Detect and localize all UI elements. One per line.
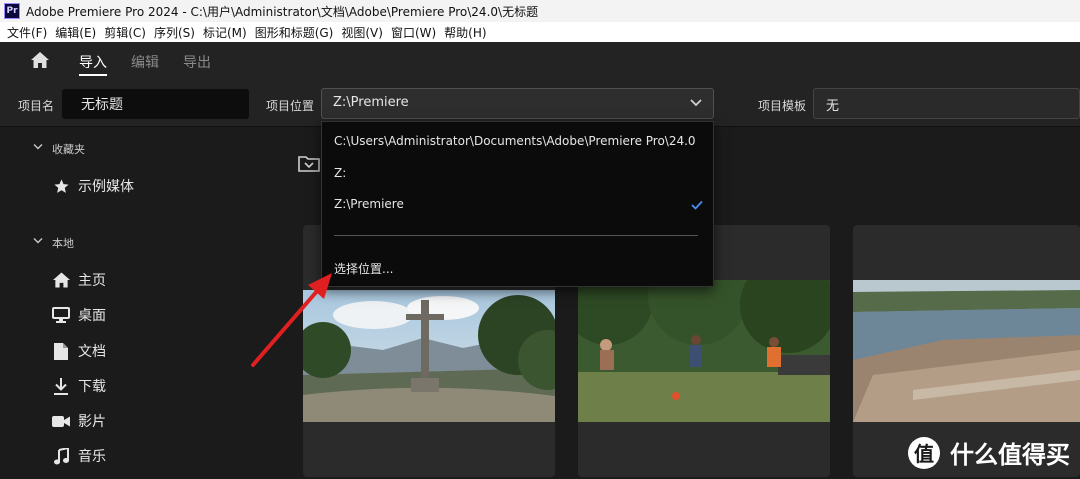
- project-location-label: 项目位置: [266, 99, 315, 113]
- media-thumbnail: [303, 290, 555, 422]
- premiere-app-icon: Pr: [4, 3, 20, 19]
- sidebar-item-sample-media[interactable]: 示例媒体: [52, 176, 134, 196]
- checkmark-icon: [691, 200, 703, 210]
- sidebar-item-label: 文档: [78, 344, 106, 360]
- menu-view[interactable]: 视图(V): [337, 24, 387, 41]
- star-icon: [52, 177, 70, 195]
- location-option[interactable]: Z:: [334, 166, 346, 180]
- sidebar-item-label: 影片: [78, 414, 106, 430]
- title-bar: Pr Adobe Premiere Pro 2024 - C:\用户\Admin…: [0, 0, 1080, 22]
- sidebar-item-home[interactable]: 主页: [52, 270, 106, 290]
- annotation-arrow: [251, 273, 332, 367]
- music-note-icon: [52, 447, 70, 465]
- menu-file[interactable]: 文件(F): [3, 24, 51, 41]
- project-name-value: 无标题: [81, 97, 123, 113]
- menu-window[interactable]: 窗口(W): [387, 24, 440, 41]
- chevron-down-icon[interactable]: [690, 98, 702, 108]
- monitor-icon: [52, 306, 70, 324]
- sidebar-item-music[interactable]: 音乐: [52, 446, 106, 466]
- download-icon: [52, 377, 70, 395]
- collapse-chevron-icon[interactable]: [33, 143, 43, 151]
- project-template-value: 无: [826, 99, 840, 114]
- favorites-heading: 收藏夹: [52, 143, 85, 156]
- workspace-nav: [0, 42, 1080, 82]
- menu-clip[interactable]: 剪辑(C): [100, 24, 150, 41]
- project-location-value: Z:\Premiere: [333, 95, 409, 110]
- location-option[interactable]: C:\Users\Administrator\Documents\Adobe\P…: [334, 134, 696, 148]
- sidebar-item-downloads[interactable]: 下载: [52, 376, 106, 396]
- video-camera-icon: [52, 412, 70, 430]
- menu-edit[interactable]: 编辑(E): [51, 24, 100, 41]
- project-template-label: 项目模板: [758, 99, 807, 113]
- tab-edit[interactable]: 编辑: [131, 52, 159, 72]
- project-template-select[interactable]: [813, 88, 1080, 119]
- dropdown-divider: [334, 235, 698, 236]
- home-icon: [52, 271, 70, 289]
- folder-icon[interactable]: [298, 155, 320, 172]
- location-dropdown-menu: C:\Users\Administrator\Documents\Adobe\P…: [321, 121, 714, 287]
- location-option-selected[interactable]: Z:\Premiere: [334, 197, 404, 211]
- tab-import[interactable]: 导入: [79, 52, 107, 72]
- window-title: Adobe Premiere Pro 2024 - C:\用户\Administ…: [26, 4, 539, 19]
- watermark-text: 什么值得买: [950, 441, 1070, 469]
- sidebar-item-label: 桌面: [78, 308, 106, 324]
- menu-graphics[interactable]: 图形和标题(G): [251, 24, 338, 41]
- sidebar-item-documents[interactable]: 文档: [52, 341, 106, 361]
- media-thumbnail: [578, 280, 830, 422]
- choose-location-option[interactable]: 选择位置...: [334, 260, 393, 277]
- document-icon: [52, 342, 70, 360]
- watermark: 值 什么值得买: [908, 435, 1070, 470]
- active-tab-indicator: [79, 74, 107, 76]
- menu-sequence[interactable]: 序列(S): [150, 24, 199, 41]
- sidebar-item-label: 音乐: [78, 449, 106, 465]
- menu-markers[interactable]: 标记(M): [199, 24, 251, 41]
- project-name-label: 项目名: [18, 99, 55, 113]
- sidebar-item-desktop[interactable]: 桌面: [52, 305, 106, 325]
- media-thumbnail: [853, 280, 1080, 422]
- watermark-badge: 值: [908, 436, 940, 469]
- sidebar-item-label: 主页: [78, 273, 106, 289]
- menu-help[interactable]: 帮助(H): [440, 24, 490, 41]
- home-icon[interactable]: [31, 52, 49, 68]
- collapse-chevron-icon[interactable]: [33, 237, 43, 245]
- sidebar-item-label: 下载: [78, 379, 106, 395]
- tab-export[interactable]: 导出: [183, 52, 211, 72]
- menu-bar: 文件(F) 编辑(E) 剪辑(C) 序列(S) 标记(M) 图形和标题(G) 视…: [0, 22, 1080, 42]
- sidebar-item-label: 示例媒体: [78, 179, 134, 195]
- local-heading: 本地: [52, 237, 74, 250]
- sidebar-item-movies[interactable]: 影片: [52, 411, 106, 431]
